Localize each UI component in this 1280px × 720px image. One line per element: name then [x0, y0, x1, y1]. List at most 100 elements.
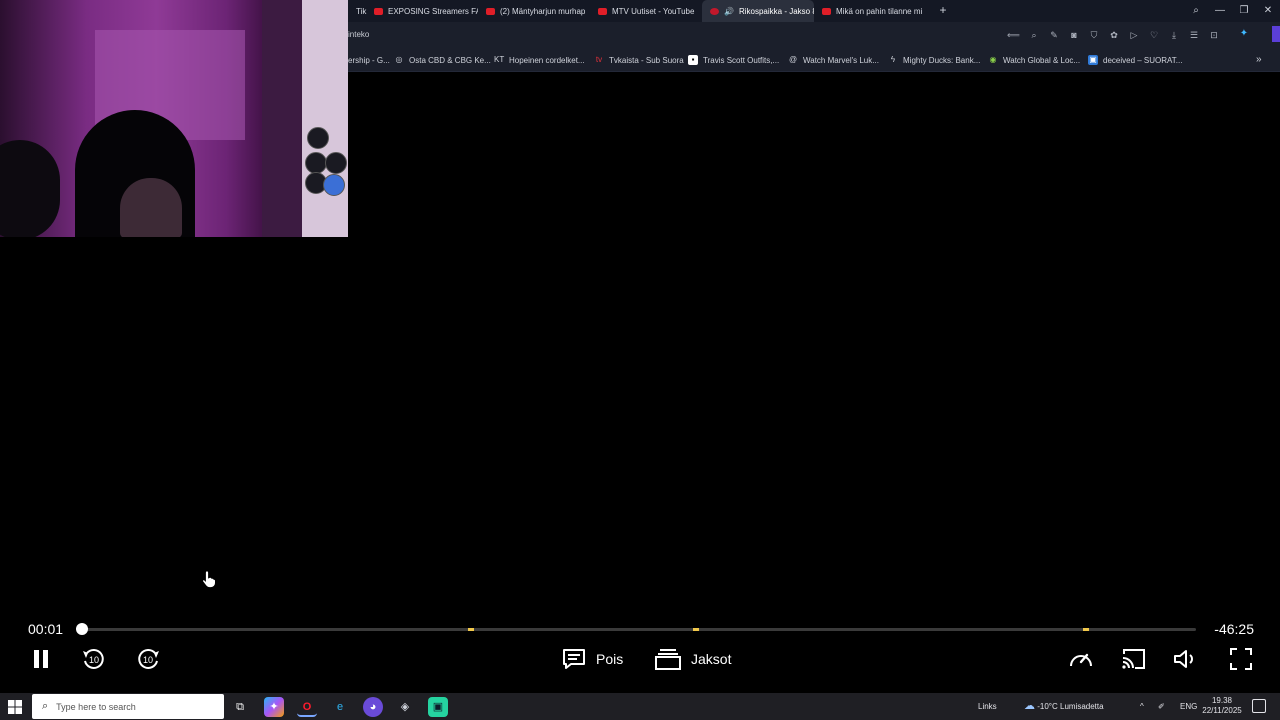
subtitles-label: Pois	[596, 651, 624, 667]
bookmark-label: Mighty Ducks: Bank...	[903, 55, 981, 65]
rewind-10-button[interactable]: 10	[80, 645, 108, 673]
cast-icon	[1122, 649, 1145, 669]
svg-text:10: 10	[89, 655, 99, 665]
opera-gx-icon[interactable]: O	[297, 697, 317, 717]
episodes-icon	[655, 649, 681, 670]
pen-icon[interactable]: ✐	[1158, 693, 1165, 720]
globe-icon: ◎	[395, 55, 403, 64]
chevron-up-icon[interactable]: ^	[1140, 693, 1144, 720]
tab-mantyharju[interactable]: (2) Mäntyharjun murhap	[478, 0, 590, 22]
taskbar-search[interactable]: ⌕ Type here to search	[32, 694, 224, 719]
bookmark-item[interactable]: ◎ Osta CBD & CBG Ke...	[394, 48, 491, 72]
cast-button[interactable]	[1120, 645, 1148, 673]
notification-icon[interactable]	[1252, 699, 1266, 713]
youtube-icon	[598, 7, 607, 15]
bookmark-label: Hopeinen cordelket...	[509, 55, 585, 65]
address-input[interactable]: inteko	[348, 22, 369, 48]
forward-10-button[interactable]: 10	[134, 645, 162, 673]
bookmark-item[interactable]: ership - G...	[348, 48, 390, 72]
chapter-marker[interactable]	[467, 628, 474, 631]
search-icon[interactable]: ⌕	[1184, 0, 1208, 22]
bookmark-item[interactable]: ▣ deceived – SUORAT...	[1088, 48, 1182, 72]
progress-track[interactable]	[82, 628, 1196, 631]
back-icon[interactable]: ⟸	[1007, 29, 1020, 41]
minimize-icon[interactable]: —	[1208, 0, 1232, 22]
remaining-time: -46:25	[1214, 621, 1254, 637]
heart-icon[interactable]: ♡	[1148, 29, 1160, 41]
playback-speed-button[interactable]	[1066, 645, 1096, 673]
fullscreen-button[interactable]	[1228, 645, 1254, 673]
webcam-decoration	[307, 127, 329, 149]
bookmark-label: Tvkaista - Sub Suora	[609, 55, 684, 65]
task-view-icon[interactable]: ⧉	[230, 697, 250, 717]
tab-mika-on-pahin[interactable]: Mikä on pahin tilanne mi	[814, 0, 926, 22]
mtv-icon	[710, 7, 719, 15]
camera-icon[interactable]: ◙	[1068, 29, 1080, 41]
tab-exposing-streamers[interactable]: EXPOSING Streamers FAKI	[366, 0, 478, 22]
language-indicator[interactable]: ENG	[1180, 693, 1197, 720]
bookmark-item[interactable]: @ Watch Marvel's Luk...	[788, 48, 879, 72]
bookmark-item[interactable]: tv Tvkaista - Sub Suora	[594, 48, 684, 72]
discord-icon[interactable]: ◕	[363, 697, 383, 717]
extension-icon[interactable]: ✿	[1108, 29, 1120, 41]
cloud-snow-icon: ☁	[1024, 700, 1035, 712]
zoom-icon[interactable]: ⌕	[1028, 29, 1040, 41]
chapter-marker[interactable]	[692, 628, 699, 631]
close-icon[interactable]: ✕	[1256, 0, 1280, 22]
volume-button[interactable]	[1172, 645, 1198, 673]
tv-icon: tv	[595, 55, 603, 64]
episodes-label: Jaksot	[691, 651, 732, 667]
chevron-right-icon[interactable]: »	[1256, 48, 1262, 72]
episodes-button[interactable]: Jaksot	[655, 645, 731, 673]
restore-icon[interactable]: ❐	[1232, 0, 1256, 22]
bookmark-item[interactable]: ◉ Watch Global & Loc...	[988, 48, 1081, 72]
subtitles-icon	[563, 649, 585, 669]
shield-icon[interactable]: ⛉	[1088, 29, 1100, 41]
kt-icon: KT	[494, 55, 505, 64]
bookmark-label: Travis Scott Outfits,...	[703, 55, 780, 65]
pause-button[interactable]	[28, 645, 54, 673]
bookmark-label: Watch Global & Loc...	[1003, 55, 1081, 65]
edge-icon[interactable]: e	[330, 697, 350, 717]
links-toolbar[interactable]: Links	[978, 693, 997, 720]
menu-icon[interactable]: ☰	[1188, 29, 1200, 41]
search-icon: ⌕	[42, 700, 49, 712]
lock-icon[interactable]: ⊡	[1208, 29, 1220, 41]
subtitles-button[interactable]: Pois	[562, 645, 623, 673]
streaming-app-icon[interactable]: ▣	[428, 697, 448, 717]
clock[interactable]: 19.38 22/11/2025	[1200, 696, 1244, 716]
bookmark-item[interactable]: ϟ Mighty Ducks: Bank...	[888, 48, 980, 72]
play-icon[interactable]: ▷	[1128, 29, 1140, 41]
download-icon[interactable]: ⤓	[1168, 29, 1180, 41]
sidebar-toggle[interactable]	[1272, 26, 1280, 42]
edit-icon[interactable]: ✎	[1048, 29, 1060, 41]
windows-start-icon[interactable]	[8, 700, 22, 714]
tab-label: MTV Uutiset - YouTube	[612, 6, 695, 16]
speedometer-icon	[1070, 653, 1092, 667]
hand-cursor-icon	[202, 570, 216, 588]
tab-rikospaikka[interactable]: 🔊 Rikospaikka - Jakso 8	[702, 0, 814, 22]
bookmark-item[interactable]: ▪ Travis Scott Outfits,...	[688, 48, 779, 72]
svg-text:10: 10	[143, 655, 153, 665]
rewind-10-icon: 10	[83, 648, 104, 669]
tab-label: (2) Mäntyharjun murhap	[500, 6, 586, 16]
progress-handle[interactable]	[76, 623, 89, 635]
app-icon[interactable]: ◈	[395, 697, 415, 717]
webcam-background	[262, 0, 302, 237]
tab-mtv-uutiset[interactable]: MTV Uutiset - YouTube	[590, 0, 702, 22]
webcam-decoration	[325, 152, 347, 174]
weather-text: -10°C Lumisadetta	[1037, 702, 1104, 711]
taskbar: ⌕ Type here to search ⧉ ✦ O e ◕ ◈ ▣ Link…	[0, 693, 1280, 720]
bookmark-item[interactable]: KT Hopeinen cordelket...	[494, 48, 585, 72]
tab-label: EXPOSING Streamers FAKI	[388, 6, 478, 16]
screen: Tik EXPOSING Streamers FAKI (2) Mäntyhar…	[0, 0, 1280, 720]
extension-blue-icon[interactable]: ✦	[1238, 28, 1250, 40]
chapter-marker[interactable]	[1082, 628, 1089, 631]
copilot-icon[interactable]: ✦	[264, 697, 284, 717]
tab-label: Mikä on pahin tilanne mi	[836, 6, 923, 16]
bookmark-label: ership - G...	[348, 55, 390, 65]
weather-widget[interactable]: ☁ -10°C Lumisadetta	[1024, 693, 1104, 720]
taskbar-search-input[interactable]: Type here to search	[56, 702, 136, 712]
plus-icon[interactable]: +	[936, 3, 950, 17]
webcam-overlay	[0, 0, 348, 237]
